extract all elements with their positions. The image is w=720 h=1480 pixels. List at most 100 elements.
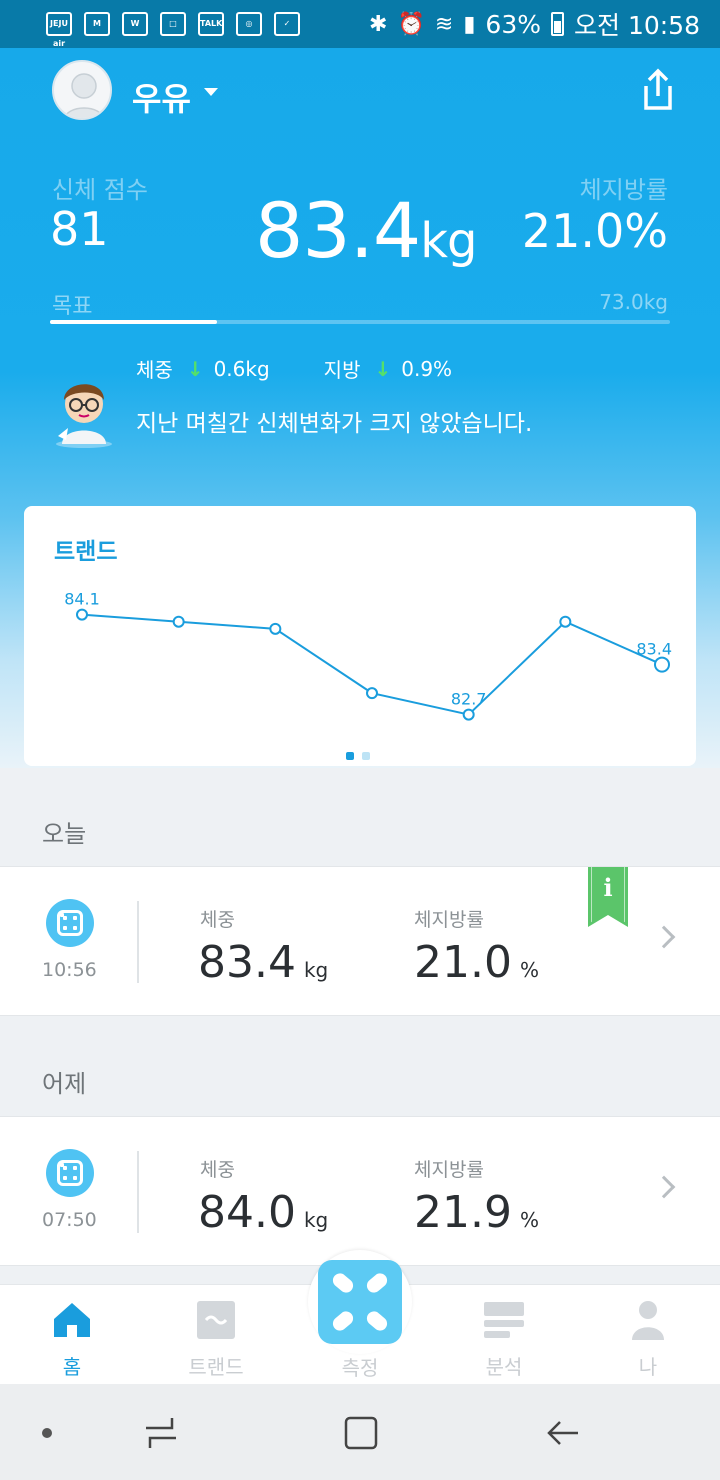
section-title-yesterday: 어제 [42, 1070, 87, 1098]
trend-chart: 84.1 82.7 83.4 [64, 590, 672, 721]
nav-trend-label: 트랜드 [188, 1355, 244, 1379]
record-weight-value: 83.4 [198, 937, 296, 988]
fat-change-label: 지방 [323, 358, 361, 382]
body-fat-label: 체지방률 [579, 176, 668, 204]
down-arrow-icon: ↓ [374, 356, 392, 381]
trend-point [172, 615, 185, 628]
nav-home-label: 홈 [62, 1355, 82, 1379]
record-weight-label: 체중 [200, 1159, 235, 1181]
current-weight-value: 83.4 [255, 186, 421, 275]
weather-icon: ◎ [236, 12, 262, 36]
nav-analysis[interactable]: 분석 [454, 1299, 554, 1380]
current-weight: 83.4kg [255, 186, 477, 275]
home-icon [54, 1303, 90, 1337]
nav-measure-label: 측정 [341, 1356, 379, 1380]
trend-data-label: 83.4 [636, 640, 672, 659]
record-weight: 84.0 kg [198, 1187, 328, 1238]
info-badge-label: i [603, 873, 613, 902]
nav-me[interactable]: 나 [598, 1299, 698, 1380]
divider [137, 901, 139, 983]
page-dot-active [346, 752, 354, 760]
bluetooth-icon: ✱ [369, 11, 388, 37]
trend-point [462, 708, 475, 721]
measure-button[interactable] [308, 1250, 412, 1354]
goal-progress-bar [50, 320, 670, 324]
coach-mascot-icon [56, 384, 112, 448]
goal-label: 목표 [52, 294, 93, 319]
body-fat-value: 21.0% [521, 204, 668, 258]
record-fat: 21.9% [414, 1187, 539, 1238]
share-icon[interactable] [638, 68, 678, 112]
info-bookmark-icon[interactable]: i [588, 867, 628, 927]
status-bar: JEJU air M W □ TALK ◎ ✓ ✱ ⏰ ≋ ▮ 63% 오전 1… [0, 0, 720, 48]
record-fat: 21.0% [414, 937, 539, 988]
person-icon [632, 1301, 664, 1340]
coach-message: 지난 며칠간 신체변화가 크지 않았습니다. [136, 411, 533, 437]
chevron-down-icon[interactable] [204, 88, 218, 96]
notification-icons: JEJU air M W □ TALK ◎ ✓ [46, 12, 300, 48]
record-weight-label: 체중 [200, 909, 235, 931]
clock: 오전 10:58 [574, 11, 700, 40]
mail-icon: M [84, 12, 110, 36]
chevron-right-icon[interactable] [652, 925, 676, 949]
record-fat-unit: % [519, 1208, 539, 1232]
avatar[interactable] [52, 60, 112, 120]
record-fat-value: 21.0 [414, 937, 512, 988]
record-fat-label: 체지방률 [414, 909, 484, 931]
word-icon: W [122, 12, 148, 36]
page-indicator [346, 752, 370, 760]
alarm-icon: ⏰ [397, 11, 425, 37]
trend-point [76, 608, 88, 621]
user-name[interactable]: 우유 [132, 74, 191, 120]
page-dot [362, 752, 370, 760]
trend-icon [197, 1301, 235, 1339]
battery-percent: 63% [485, 9, 541, 39]
trend-point [654, 656, 670, 673]
back-icon[interactable] [544, 1414, 582, 1452]
trend-point [366, 687, 378, 700]
record-time: 10:56 [42, 959, 97, 981]
recent-apps-icon[interactable] [142, 1414, 180, 1452]
current-weight-unit: kg [420, 213, 477, 269]
record-fat-label: 체지방률 [414, 1159, 484, 1181]
scale-icon [318, 1260, 402, 1344]
battery-icon [551, 12, 564, 36]
goal-value: 73.0kg [599, 290, 668, 314]
wifi-icon: ≋ [434, 11, 454, 37]
record-fat-value: 21.9 [414, 1187, 512, 1238]
home-button-icon[interactable] [342, 1414, 380, 1452]
record-time: 07:50 [42, 1209, 97, 1231]
trend-card[interactable]: 84.1 82.7 83.4 트랜드 [24, 506, 696, 766]
body-score-label: 신체 점수 [52, 176, 148, 204]
message-icon: □ [160, 12, 186, 36]
signal-icon: ▮ [463, 11, 476, 37]
weight-change-label: 체중 [136, 358, 173, 382]
record-weight-unit: kg [303, 1208, 329, 1232]
nav-analysis-label: 분석 [485, 1355, 523, 1379]
record-weight-value: 84.0 [198, 1187, 296, 1238]
record-fat-unit: % [519, 958, 539, 982]
fat-change-value: 0.9% [401, 356, 453, 381]
section-title-today: 오늘 [42, 820, 87, 848]
goal-progress-fill [50, 320, 218, 324]
trend-point [269, 622, 282, 635]
check-icon: ✓ [274, 12, 300, 36]
system-nav-bar [0, 1384, 720, 1480]
chevron-right-icon[interactable] [652, 1175, 676, 1199]
nav-home[interactable]: 홈 [22, 1299, 122, 1380]
trend-title: 트랜드 [54, 539, 118, 565]
record-today[interactable]: 10:56 체중 83.4 kg 체지방률 21.0% i [0, 866, 720, 1016]
nav-trend[interactable]: 트랜드 [166, 1299, 266, 1380]
dot-icon [42, 1428, 52, 1438]
record-weight-unit: kg [303, 958, 329, 982]
trend-line [81, 613, 663, 716]
trend-data-label: 84.1 [64, 590, 100, 609]
divider [137, 1151, 139, 1233]
scale-icon [46, 1149, 94, 1197]
record-yesterday[interactable]: 07:50 체중 84.0 kg 체지방률 21.9% [0, 1116, 720, 1266]
kakaotalk-icon: TALK [198, 12, 224, 36]
weight-change-value: 0.6kg [213, 356, 270, 381]
jeju-air-icon: JEJU air [46, 12, 72, 48]
record-weight: 83.4 kg [198, 937, 328, 988]
trend-data-label: 82.7 [451, 690, 487, 709]
